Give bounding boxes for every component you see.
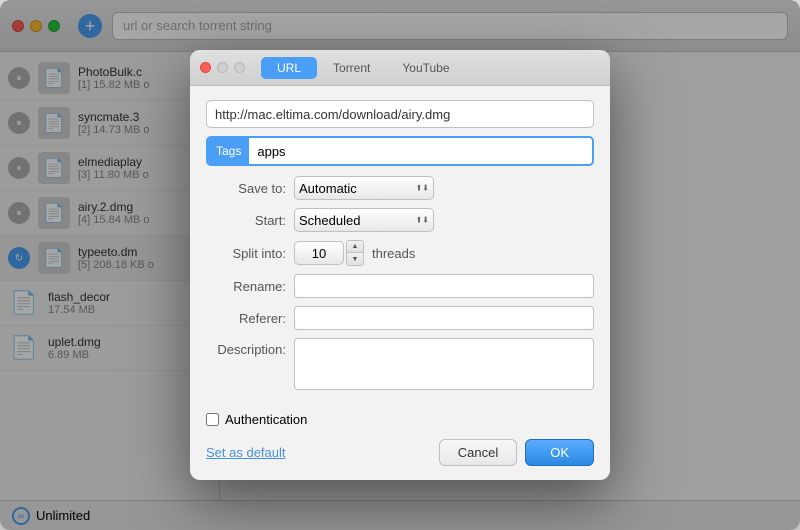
modal-footer: Set as default Cancel OK	[190, 439, 610, 480]
tags-badge: Tags	[208, 138, 249, 164]
set-default-link[interactable]: Set as default	[206, 445, 286, 460]
auth-row: Authentication	[190, 412, 610, 427]
threads-number: ▲ ▼	[294, 240, 364, 266]
ok-button[interactable]: OK	[525, 439, 594, 466]
start-row: Start: Scheduled Now Manually	[206, 208, 594, 232]
referer-label: Referer:	[206, 311, 286, 326]
split-label: Split into:	[206, 246, 286, 261]
threads-down-button[interactable]: ▼	[347, 253, 363, 265]
modal-titlebar: URL Torrent YouTube	[190, 50, 610, 86]
split-row: Split into: ▲ ▼ threads	[206, 240, 594, 266]
threads-up-button[interactable]: ▲	[347, 241, 363, 253]
start-select-wrapper: Scheduled Now Manually	[294, 208, 434, 232]
referer-input[interactable]	[294, 306, 594, 330]
rename-row: Rename:	[206, 274, 594, 298]
start-select[interactable]: Scheduled Now Manually	[294, 208, 434, 232]
modal-dialog: URL Torrent YouTube Tags Save to:	[190, 50, 610, 480]
threads-stepper: ▲ ▼	[346, 240, 364, 266]
save-to-label: Save to:	[206, 181, 286, 196]
modal-overlay: URL Torrent YouTube Tags Save to:	[0, 0, 800, 530]
threads-input[interactable]	[294, 241, 344, 265]
rename-label: Rename:	[206, 279, 286, 294]
description-input[interactable]	[294, 338, 594, 390]
save-to-select[interactable]: Automatic Downloads Desktop	[294, 176, 434, 200]
modal-close-button[interactable]	[200, 62, 211, 73]
tags-row: Tags	[206, 136, 594, 166]
tab-youtube[interactable]: YouTube	[386, 57, 465, 79]
modal-maximize-button[interactable]	[234, 62, 245, 73]
threads-label: threads	[372, 246, 415, 261]
save-to-row: Save to: Automatic Downloads Desktop	[206, 176, 594, 200]
main-window: + url or search torrent string ⏸ 📄 Photo…	[0, 0, 800, 530]
referer-row: Referer:	[206, 306, 594, 330]
url-input-row	[206, 100, 594, 128]
modal-body: Tags Save to: Automatic Downloads Deskto…	[190, 86, 610, 412]
description-label: Description:	[206, 338, 286, 357]
auth-label: Authentication	[225, 412, 307, 427]
modal-tabs: URL Torrent YouTube	[261, 57, 466, 79]
tags-input[interactable]	[249, 138, 592, 164]
modal-minimize-button[interactable]	[217, 62, 228, 73]
cancel-button[interactable]: Cancel	[439, 439, 517, 466]
description-row: Description:	[206, 338, 594, 390]
rename-input[interactable]	[294, 274, 594, 298]
auth-checkbox[interactable]	[206, 413, 219, 426]
tab-url[interactable]: URL	[261, 57, 317, 79]
tab-torrent[interactable]: Torrent	[317, 57, 386, 79]
save-to-select-wrapper: Automatic Downloads Desktop	[294, 176, 434, 200]
footer-buttons: Cancel OK	[439, 439, 594, 466]
url-input[interactable]	[206, 100, 594, 128]
start-label: Start:	[206, 213, 286, 228]
